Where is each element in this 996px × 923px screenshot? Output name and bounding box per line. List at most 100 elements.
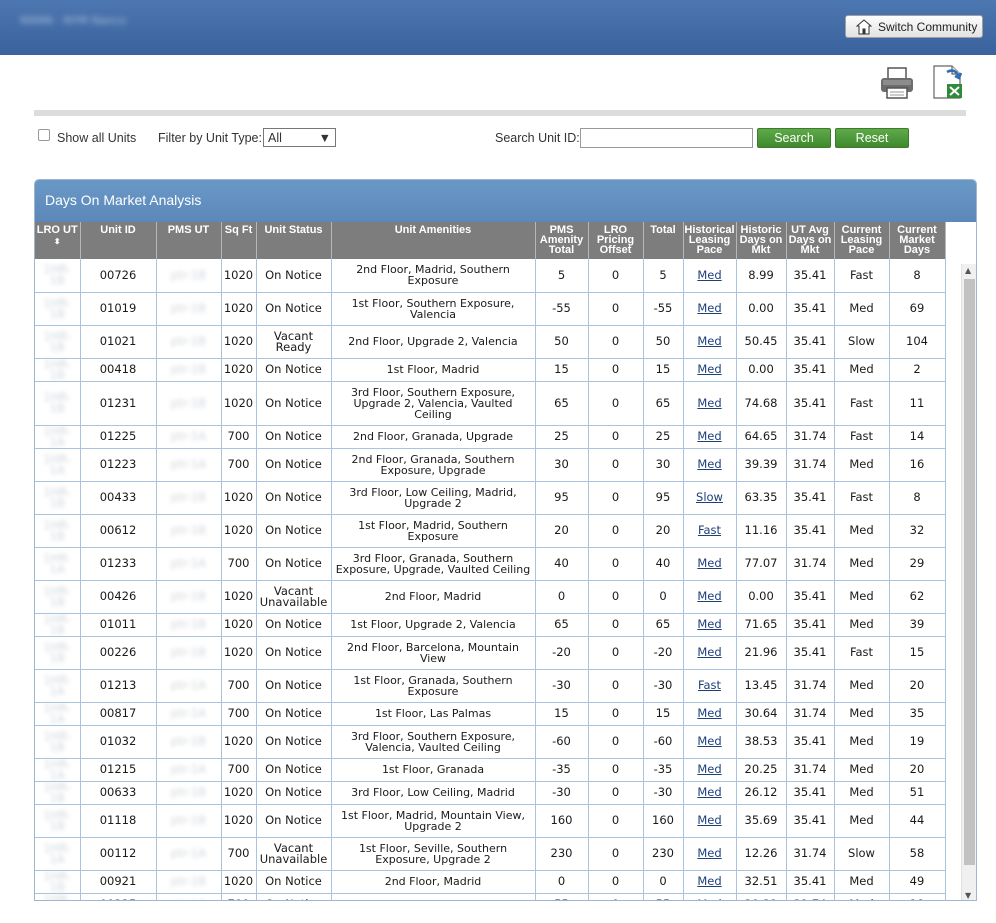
pms-ut-cell: ptr-1A: [156, 425, 222, 449]
switch-community-button[interactable]: Switch Community: [845, 15, 983, 38]
historical-leasing-pace-cell[interactable]: Med: [683, 702, 737, 726]
show-all-units-checkbox[interactable]: [38, 129, 50, 141]
chevron-down-icon: ▼: [318, 130, 331, 145]
leasing-pace-link[interactable]: Med: [697, 589, 721, 603]
current-leasing-pace-cell: Fast: [834, 636, 890, 670]
lro-pricing-offset-cell: 0: [588, 669, 644, 703]
table-row: 1HR-1A 00112 ptr-1A 700 Vacant Unavailable 1s…: [35, 837, 946, 871]
historical-leasing-pace-cell[interactable]: Slow: [683, 481, 737, 515]
pms-ut-cell: ptr-1B: [156, 325, 222, 359]
leasing-pace-link[interactable]: Med: [697, 734, 721, 748]
ut-avg-days-on-mkt-cell: 31.74: [786, 702, 835, 726]
total-cell: 5: [643, 259, 684, 293]
unit-type-select[interactable]: All ▼: [263, 128, 336, 147]
historical-leasing-pace-cell[interactable]: Fast: [683, 669, 737, 703]
scroll-down-icon[interactable]: ▼: [965, 891, 971, 900]
leasing-pace-link[interactable]: Med: [697, 762, 721, 776]
current-leasing-pace-cell: Med: [834, 669, 890, 703]
historical-leasing-pace-cell[interactable]: Med: [683, 636, 737, 670]
lro-pricing-offset-cell: 0: [588, 448, 644, 482]
unit-id-cell: 00633: [80, 781, 157, 805]
historical-leasing-pace-cell[interactable]: Med: [683, 781, 737, 805]
printer-icon[interactable]: [879, 66, 915, 100]
ut-avg-days-on-mkt-cell: 31.74: [786, 669, 835, 703]
lro-pricing-offset-cell: 0: [588, 804, 644, 838]
historic-days-on-mkt-cell: 29.31: [736, 893, 787, 900]
leasing-pace-link[interactable]: Med: [697, 362, 721, 376]
pms-amenity-total-cell: 0: [535, 870, 589, 894]
leasing-pace-link[interactable]: Med: [697, 457, 721, 471]
total-cell: 0: [643, 580, 684, 614]
current-leasing-pace-cell: Fast: [834, 259, 890, 293]
scrollbar-thumb[interactable]: [964, 279, 975, 865]
scroll-up-icon[interactable]: ▲: [965, 266, 971, 275]
lro-ut-cell: 1HR-1B: [35, 259, 81, 293]
historical-leasing-pace-cell[interactable]: Med: [683, 580, 737, 614]
historical-leasing-pace-cell[interactable]: Med: [683, 613, 737, 637]
historical-leasing-pace-cell[interactable]: Med: [683, 870, 737, 894]
panel-title: Days On Market Analysis: [35, 180, 976, 222]
leasing-pace-link[interactable]: Med: [697, 301, 721, 315]
sort-icon[interactable]: ⬍: [54, 237, 61, 246]
excel-export-icon[interactable]: [930, 64, 966, 100]
pms-amenity-total-cell: 65: [535, 613, 589, 637]
lro-pricing-offset-cell: 0: [588, 259, 644, 293]
lro-ut-cell: 1HR-1B: [35, 613, 81, 637]
historical-leasing-pace-cell[interactable]: Med: [683, 758, 737, 782]
pms-amenity-total-cell: 15: [535, 702, 589, 726]
leasing-pace-link[interactable]: Med: [697, 846, 721, 860]
pms-ut-cell: ptr-1B: [156, 514, 222, 548]
unit-amenities-cell: 2nd Floor, Barcelona, Mountain View: [331, 636, 536, 670]
historic-days-on-mkt-cell: 8.99: [736, 259, 787, 293]
pms-amenity-total-cell: 20: [535, 514, 589, 548]
leasing-pace-link[interactable]: Fast: [698, 523, 721, 537]
leasing-pace-link[interactable]: Med: [697, 645, 721, 659]
leasing-pace-link[interactable]: Med: [697, 429, 721, 443]
unit-status-cell: On Notice: [256, 725, 332, 759]
reset-button[interactable]: Reset: [835, 128, 909, 148]
historical-leasing-pace-cell[interactable]: Med: [683, 425, 737, 449]
sq-ft-cell: 1020: [221, 870, 257, 894]
unit-amenities-cell: 3rd Floor, Low Ceiling, Madrid, Upgrade …: [331, 481, 536, 515]
leasing-pace-link[interactable]: Med: [697, 785, 721, 799]
column-header: Unit ID: [80, 222, 157, 259]
pms-ut-cell: ptr-1B: [156, 870, 222, 894]
pms-amenity-total-cell: -55: [535, 292, 589, 326]
historical-leasing-pace-cell[interactable]: Fast: [683, 514, 737, 548]
search-button[interactable]: Search: [757, 128, 831, 148]
column-header: Total: [643, 222, 684, 259]
leasing-pace-link[interactable]: Med: [697, 813, 721, 827]
sq-ft-cell: 700: [221, 425, 257, 449]
sq-ft-cell: 1020: [221, 325, 257, 359]
historical-leasing-pace-cell[interactable]: Med: [683, 725, 737, 759]
lro-ut-cell: 1HR-1A: [35, 425, 81, 449]
leasing-pace-link[interactable]: Med: [697, 334, 721, 348]
leasing-pace-link[interactable]: Med: [697, 706, 721, 720]
historical-leasing-pace-cell[interactable]: Med: [683, 804, 737, 838]
historical-leasing-pace-cell[interactable]: Med: [683, 448, 737, 482]
pms-amenity-total-cell: 160: [535, 804, 589, 838]
historical-leasing-pace-cell[interactable]: Med: [683, 893, 737, 900]
historical-leasing-pace-cell[interactable]: Med: [683, 381, 737, 426]
unit-amenities-cell: 1st Floor, Madrid, Mountain View, Upgrad…: [331, 804, 536, 838]
leasing-pace-link[interactable]: Slow: [696, 490, 723, 504]
total-cell: 65: [643, 381, 684, 426]
unit-amenities-cell: 2nd Floor, Granada, Upgrade: [331, 425, 536, 449]
column-header[interactable]: LRO UT ⬍: [35, 222, 81, 259]
historical-leasing-pace-cell[interactable]: Med: [683, 358, 737, 382]
historical-leasing-pace-cell[interactable]: Med: [683, 547, 737, 581]
leasing-pace-link[interactable]: Med: [697, 617, 721, 631]
historical-leasing-pace-cell[interactable]: Med: [683, 292, 737, 326]
leasing-pace-link[interactable]: Fast: [698, 678, 721, 692]
leasing-pace-link[interactable]: Med: [697, 396, 721, 410]
historical-leasing-pace-cell[interactable]: Med: [683, 837, 737, 871]
historical-leasing-pace-cell[interactable]: Med: [683, 325, 737, 359]
table-row: 1HR-1B 01021 ptr-1B 1020 Vacant Ready 2nd Flo…: [35, 325, 946, 359]
leasing-pace-link[interactable]: Med: [697, 874, 721, 888]
leasing-pace-link[interactable]: Med: [697, 268, 721, 282]
leasing-pace-link[interactable]: Med: [697, 897, 721, 900]
vertical-scrollbar[interactable]: ▲ ▼: [961, 264, 976, 900]
leasing-pace-link[interactable]: Med: [697, 556, 721, 570]
historical-leasing-pace-cell[interactable]: Med: [683, 259, 737, 293]
search-unit-input[interactable]: [580, 128, 753, 148]
